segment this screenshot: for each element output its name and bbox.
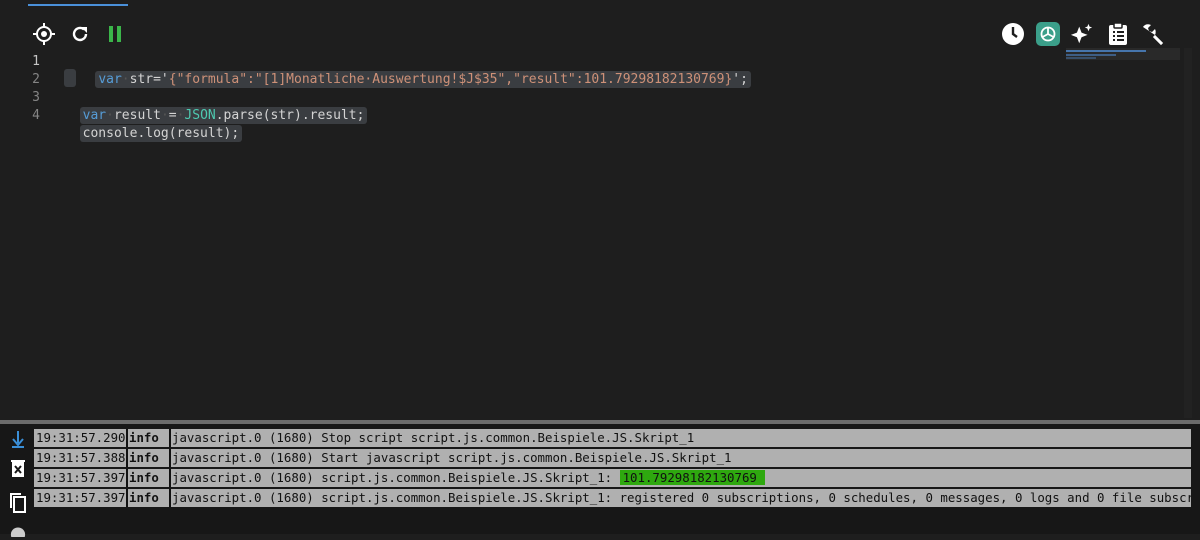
line-number: 3: [32, 90, 40, 105]
variable-assignment: str=': [129, 72, 169, 87]
vertical-scrollbar[interactable]: [1184, 48, 1192, 418]
empty-line-highlight: [64, 69, 76, 87]
result-value-highlight: 101.79298182130769: [619, 470, 765, 485]
log-severity: info: [129, 449, 171, 467]
active-tab-indicator: [28, 4, 128, 6]
pause-icon[interactable]: [103, 22, 127, 46]
line-number: 1: [32, 54, 40, 69]
line-number: 2: [32, 72, 40, 87]
clear-log-icon[interactable]: [10, 460, 26, 478]
table-icon[interactable]: [10, 522, 26, 540]
crosshair-icon[interactable]: [32, 22, 56, 46]
log-severity: info: [129, 429, 171, 447]
clock-icon[interactable]: [1001, 22, 1025, 46]
log-message: javascript.0 (1680) script.js.common.Bei…: [172, 470, 620, 485]
log-row: 19:31:57.397 info javascript.0 (1680) sc…: [34, 469, 1191, 487]
minimap[interactable]: [1066, 48, 1180, 64]
line-number: 4: [32, 108, 40, 123]
refresh-icon[interactable]: [68, 22, 92, 46]
statement-end: ';: [732, 72, 748, 87]
log-message-with-result: javascript.0 (1680) script.js.common.Bei…: [172, 469, 1187, 487]
log-time: 19:31:57.397: [36, 489, 128, 507]
log-severity: info: [129, 489, 171, 507]
log-time: 19:31:57.290: [36, 429, 128, 447]
wrench-icon[interactable]: [1140, 22, 1164, 46]
scroll-down-icon[interactable]: [10, 430, 26, 448]
code-line-4[interactable]: console.log(result);: [64, 107, 243, 143]
console-log-call: console.log(result);: [79, 125, 243, 142]
log-message: javascript.0 (1680) Start javascript scr…: [172, 450, 732, 465]
log-row: 19:31:57.290 info javascript.0 (1680) St…: [34, 429, 1191, 447]
log-time: 19:31:57.388: [36, 449, 128, 467]
string-literal: {"formula":"[1]Monatliche·Auswertung!$J$…: [168, 72, 733, 87]
log-severity: info: [129, 469, 171, 487]
keyword-var: var: [98, 72, 122, 87]
log-row: 19:31:57.388 info javascript.0 (1680) St…: [34, 449, 1191, 467]
openai-icon[interactable]: [1036, 22, 1060, 46]
whitespace-marker: ·: [121, 72, 130, 87]
clipboard-icon[interactable]: [1106, 22, 1130, 46]
sparkles-icon[interactable]: [1070, 22, 1094, 46]
copy-icon[interactable]: [10, 493, 26, 513]
log-message: javascript.0 (1680) Stop script script.j…: [172, 430, 695, 445]
log-row: 19:31:57.397 info javascript.0 (1680) sc…: [34, 489, 1191, 507]
log-panel: 19:31:57.290 info javascript.0 (1680) St…: [0, 424, 1200, 537]
log-time: 19:31:57.397: [36, 469, 128, 487]
log-message: javascript.0 (1680) script.js.common.Bei…: [172, 490, 1191, 505]
